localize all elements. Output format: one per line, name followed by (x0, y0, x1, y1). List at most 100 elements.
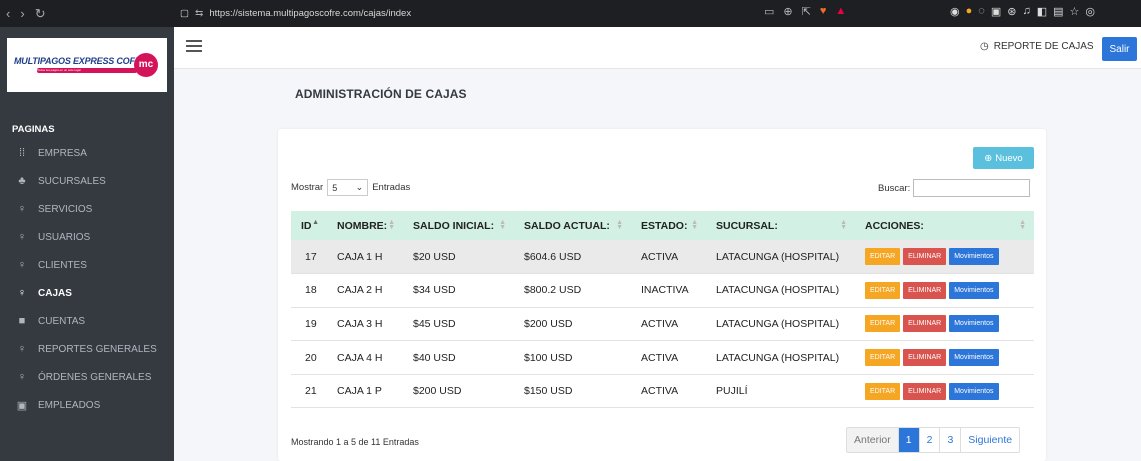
sidebar-item-empleados[interactable]: ▣ EMPLEADOS (16, 397, 100, 413)
page-button-1[interactable]: 1 (898, 428, 920, 452)
extension-icon[interactable]: ▣ (991, 5, 1001, 18)
edit-button[interactable]: EDITAR (865, 315, 901, 333)
column-nombre[interactable]: NOMBRE: ▲ ▼ (327, 211, 403, 240)
column-estado[interactable]: ESTADO: ▲ ▼ (631, 211, 706, 240)
edit-button[interactable]: EDITAR (865, 349, 901, 367)
sidebar-item-empresa[interactable]: ⁞⁞ EMPRESA (16, 145, 87, 161)
column-id[interactable]: ID ▲ (291, 211, 327, 240)
edit-button[interactable]: EDITAR (865, 248, 901, 266)
new-caja-button[interactable]: ⊕ Nuevo (973, 147, 1034, 169)
pagination: Anterior 1 2 3 Siguiente (846, 427, 1021, 453)
clock-icon: ◷ (980, 41, 989, 52)
cell-current: $200 USD (524, 317, 573, 330)
logout-button[interactable]: Salir (1102, 37, 1137, 61)
sidebar-item-cuentas[interactable]: ■ CUENTAS (16, 313, 85, 329)
brand-logo[interactable]: MULTIPAGOS EXPRESS COFRE Todos tus pagos… (7, 38, 167, 92)
user-icon: ♀ (17, 259, 27, 271)
delete-button[interactable]: ELIMINAR (903, 315, 947, 333)
search-input[interactable] (913, 179, 1031, 197)
cell-initial: $40 USD (413, 351, 456, 364)
column-saldo-inicial[interactable]: SALDO INICIAL: ▲ ▼ (403, 211, 514, 240)
share-icon[interactable]: ⇱ (802, 5, 811, 18)
cell-actions: EDITAR ELIMINAR Movimientos (855, 307, 1034, 341)
zoom-icon[interactable]: ⊕ (783, 5, 792, 18)
page-button-3[interactable]: 3 (940, 428, 962, 452)
sidebar-item-cajas[interactable]: ♀ CAJAS (16, 285, 72, 301)
cell-initial: $45 USD (413, 317, 456, 330)
report-cajas-link[interactable]: ◷ REPORTE DE CAJAS (980, 41, 1094, 52)
cell-actions: EDITAR ELIMINAR Movimientos (855, 240, 1034, 274)
sidebar-item-reportes-generales[interactable]: ♀ REPORTES GENERALES (16, 341, 157, 357)
table-info: Mostrando 1 a 5 de 11 Entradas (291, 437, 419, 447)
vpn-icon[interactable]: ⊛ (1007, 5, 1016, 18)
music-icon[interactable]: ♫ (1022, 5, 1030, 18)
delete-button[interactable]: ELIMINAR (903, 281, 947, 299)
brand-badge: mc (134, 53, 158, 77)
sitemap-icon: ♣ (18, 175, 26, 187)
profile-icon[interactable]: ◎ (1085, 5, 1095, 18)
page-size-select[interactable]: 5 ⌄ (327, 179, 369, 196)
column-acciones[interactable]: ACCIONES: ▲ ▼ (855, 211, 1034, 240)
cajas-card: ⊕ Nuevo Mostrar 5 ⌄ Entradas Buscar: ID ▲… (278, 129, 1046, 461)
shield-icon[interactable]: ♥ (820, 5, 827, 18)
movements-button[interactable]: Movimientos (949, 349, 999, 367)
cell-current: $100 USD (524, 351, 573, 364)
cell-name: CAJA 4 H (337, 351, 383, 364)
cell-id: 20 (305, 351, 317, 364)
delete-button[interactable]: ELIMINAR (903, 248, 947, 266)
delete-button[interactable]: ELIMINAR (903, 349, 947, 367)
cell-status: ACTIVA (641, 317, 679, 330)
rewards-icon[interactable]: ▲ (835, 5, 846, 18)
sort-icon: ▲ ▼ (499, 219, 506, 231)
prev-page-button[interactable]: Anterior (847, 428, 899, 452)
url-text[interactable]: https://sistema.multipagoscofre.com/caja… (209, 8, 411, 19)
next-page-button[interactable]: Siguiente (961, 428, 1019, 452)
cell-actions: EDITAR ELIMINAR Movimientos (855, 341, 1034, 375)
column-label: SALDO INICIAL: (413, 219, 495, 232)
sidebar-toggle-icon[interactable]: ◧ (1037, 5, 1047, 18)
movements-button[interactable]: Movimientos (949, 281, 999, 299)
forward-icon[interactable]: › (20, 6, 24, 22)
reload-icon[interactable]: ↻ (35, 6, 46, 22)
back-icon[interactable]: ‹ (6, 6, 10, 22)
movements-button[interactable]: Movimientos (949, 315, 999, 333)
favorites-icon[interactable]: ☆ (1070, 5, 1080, 18)
extension-icon[interactable]: ◉ (950, 5, 960, 18)
cell-initial: $20 USD (413, 250, 456, 263)
sidebar: MULTIPAGOS EXPRESS COFRE Todos tus pagos… (0, 27, 174, 461)
sort-icon: ▲ (312, 219, 319, 226)
column-saldo-actual[interactable]: SALDO ACTUAL: ▲ ▼ (514, 211, 631, 240)
cell-branch: LATACUNGA (HOSPITAL) (716, 284, 840, 297)
show-label: Mostrar (291, 182, 324, 193)
sidebar-item-usuarios[interactable]: ♀ USUARIOS (16, 229, 90, 245)
tabs-icon[interactable]: ▤ (1053, 5, 1063, 18)
sort-icon: ▲ ▼ (616, 219, 623, 231)
cell-actions: EDITAR ELIMINAR Movimientos (855, 274, 1034, 308)
sidebar-item-sucursales[interactable]: ♣ SUCURSALES (16, 173, 105, 189)
movements-button[interactable]: Movimientos (949, 248, 999, 266)
extension-icon[interactable]: ● (966, 5, 973, 18)
sidebar-item-label: REPORTES GENERALES (38, 343, 157, 355)
bookmark-icon[interactable]: ▢ (180, 8, 189, 19)
column-label: ACCIONES: (865, 219, 924, 232)
movements-button[interactable]: Movimientos (949, 382, 999, 400)
chevron-down-icon: ⌄ (355, 182, 364, 192)
sidebar-item-servicios[interactable]: ♀ SERVICIOS (16, 201, 92, 217)
edit-button[interactable]: EDITAR (865, 382, 901, 400)
page-button-2[interactable]: 2 (920, 428, 941, 452)
browser-nav: ‹ › ↻ (0, 6, 180, 22)
sidebar-item-label: SERVICIOS (38, 203, 93, 215)
cell-current: $604.6 USD (524, 250, 582, 263)
extension-icon[interactable]: ◌ (978, 5, 985, 18)
entries-label: Entradas (372, 182, 411, 193)
address-bar[interactable]: ▢ ⇆ https://sistema.multipagoscofre.com/… (180, 8, 411, 19)
delete-button[interactable]: ELIMINAR (903, 382, 947, 400)
column-sucursal[interactable]: SUCURSAL: ▲ ▼ (706, 211, 855, 240)
cast-icon[interactable]: ▭ (764, 5, 774, 18)
edit-button[interactable]: EDITAR (865, 281, 901, 299)
sidebar-item-clientes[interactable]: ♀ CLIENTES (16, 257, 87, 273)
cell-id: 21 (305, 385, 317, 398)
sidebar-item-ordenes-generales[interactable]: ♀ ÓRDENES GENERALES (16, 369, 152, 385)
menu-toggle-icon[interactable] (186, 40, 202, 52)
site-info-icon[interactable]: ⇆ (195, 8, 203, 19)
